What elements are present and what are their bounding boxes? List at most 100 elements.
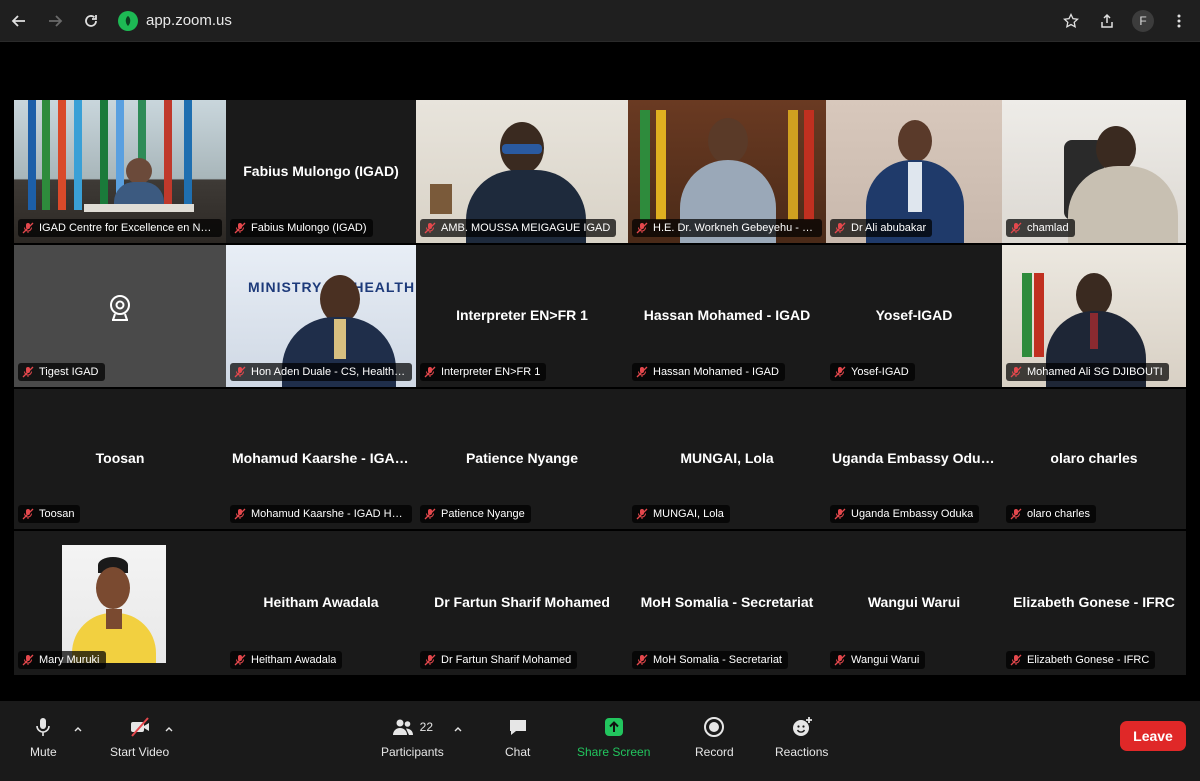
bookmark-star-icon[interactable] [1060,10,1082,32]
participant-name-display: Hassan Mohamed - IGAD [643,307,811,324]
chevron-up-icon [165,727,173,732]
participant-name-label: Hassan Mohamed - IGAD [632,363,785,381]
mic-muted-icon [424,508,436,520]
participant-name-label: MoH Somalia - Secretariat [632,651,788,669]
chevron-up-icon [74,727,82,732]
mute-button[interactable]: Mute [30,715,57,759]
participant-name-display: Uganda Embassy Oduka [832,450,997,467]
mic-muted-icon [424,222,436,234]
video-options-caret[interactable] [164,721,174,732]
mic-muted-icon [834,366,846,378]
participant-name-display: Patience Nyange [465,450,579,467]
mic-muted-icon [636,654,648,666]
participant-name-display: Toosan [95,450,145,467]
participant-tile[interactable]: Interpreter EN>FR 1 Interpreter EN>FR 1 [416,245,628,387]
address-bar[interactable]: app.zoom.us [118,6,232,36]
leave-button[interactable]: Leave [1120,721,1186,751]
participant-name-label: Hon Aden Duale - CS, Health Kenya [230,363,412,381]
participant-tile[interactable]: MUNGAI, Lola MUNGAI, Lola [628,389,826,529]
participant-tile[interactable]: MoH Somalia - Secretariat MoH Somalia - … [628,531,826,675]
participant-tile[interactable]: Elizabeth Gonese - IFRC Elizabeth Gonese… [1002,531,1186,675]
participant-tile[interactable]: IGAD Centre for Excellence en Nutritio..… [14,100,226,243]
participant-tile[interactable]: Dr Ali abubakar [826,100,1002,243]
participant-name-display: Wangui Warui [867,594,961,611]
participant-tile[interactable]: Wangui Warui Wangui Warui [826,531,1002,675]
participant-tile[interactable]: Fabius Mulongo (IGAD) Fabius Mulongo (IG… [226,100,416,243]
mic-muted-icon [234,654,246,666]
share-screen-button[interactable]: Share Screen [577,715,650,759]
reload-button[interactable] [74,4,108,38]
participant-name-label: Mohamud Kaarshe - IGAD HoM Somalia [230,505,412,523]
participant-name-label: Mohamed Ali SG DJIBOUTI [1006,363,1169,381]
participant-name-display: MUNGAI, Lola [680,450,774,467]
participant-name-display: Interpreter EN>FR 1 [456,307,588,324]
participant-name-label: AMB. MOUSSA MEIGAGUE IGAD [420,219,617,237]
webcam-icon [110,294,130,321]
mic-muted-icon [636,366,648,378]
gallery-view: IGAD Centre for Excellence en Nutritio..… [0,43,1200,701]
participant-tile[interactable]: Tigest IGAD [14,245,226,387]
mic-muted-icon [1010,654,1022,666]
participant-name-label: Toosan [18,505,81,523]
participant-tile[interactable]: Mary Muruki [14,531,226,675]
meeting-toolbar: Mute Start Video 22 Participants Chat Sh… [0,701,1200,781]
profile-avatar[interactable]: F [1132,10,1154,32]
share-screen-icon [604,718,623,736]
arrow-left-icon [11,14,25,27]
participant-name-label: Patience Nyange [420,505,531,523]
video-off-icon [130,717,149,737]
mic-muted-icon [22,222,34,234]
participant-tile[interactable]: Toosan Toosan [14,389,226,529]
participant-tile[interactable]: Mohamed Ali SG DJIBOUTI [1002,245,1186,387]
participant-tile[interactable]: chamlad [1002,100,1186,243]
participant-name-label: Mary Muruki [18,651,106,669]
participant-tile[interactable]: Patience Nyange Patience Nyange [416,389,628,529]
mic-muted-icon [424,654,436,666]
participant-name-label: Uganda Embassy Oduka [830,505,980,523]
mic-muted-icon [22,366,34,378]
share-page-icon[interactable] [1096,10,1118,32]
participant-name-label: Heitham Awadala [230,651,343,669]
participant-tile[interactable]: Yosef-IGAD Yosef-IGAD [826,245,1002,387]
participant-name-label: Fabius Mulongo (IGAD) [230,219,373,237]
participant-name-label: Yosef-IGAD [830,363,915,381]
mic-muted-icon [636,508,648,520]
record-icon [704,717,725,737]
participant-name-display: Elizabeth Gonese - IFRC [1013,594,1175,611]
more-menu-icon[interactable] [1168,10,1190,32]
mic-muted-icon [234,366,246,378]
mic-muted-icon [22,508,34,520]
participant-tile[interactable]: AMB. MOUSSA MEIGAGUE IGAD [416,100,628,243]
participant-tile[interactable]: Heitham Awadala Heitham Awadala [226,531,416,675]
participant-tile[interactable]: Dr Fartun Sharif Mohamed Dr Fartun Shari… [416,531,628,675]
participant-name-display: Fabius Mulongo (IGAD) [243,162,399,179]
mic-muted-icon [22,654,34,666]
smiley-plus-icon [792,717,812,736]
mic-muted-icon [234,508,246,520]
chat-bubble-icon [509,720,526,735]
start-video-button[interactable]: Start Video [110,715,169,759]
participant-tile[interactable]: Uganda Embassy Oduka Uganda Embassy Oduk… [826,389,1002,529]
participant-name-label: Dr Ali abubakar [830,219,933,237]
participants-button[interactable]: 22 Participants [381,715,444,759]
participant-tile[interactable]: Mohamud Kaarshe - IGAD H... Mohamud Kaar… [226,389,416,529]
participants-icon [392,719,413,735]
record-button[interactable]: Record [695,715,734,759]
participant-name-display: Yosef-IGAD [875,307,953,324]
mic-muted-icon [1010,222,1022,234]
chat-button[interactable]: Chat [505,715,530,759]
participant-tile[interactable]: H.E. Dr. Workneh Gebeyehu - IGAD Exec... [628,100,826,243]
forward-button[interactable] [38,4,72,38]
participant-name-label: MUNGAI, Lola [632,505,730,523]
participant-tile[interactable]: Hassan Mohamed - IGAD Hassan Mohamed - I… [628,245,826,387]
site-info-icon[interactable] [118,10,138,31]
participants-options-caret[interactable] [453,721,463,732]
audio-options-caret[interactable] [73,721,83,732]
participant-tile[interactable]: MINISTRY OF HEALTH Hon Aden Duale - CS, … [226,245,416,387]
participant-tile[interactable]: olaro charles olaro charles [1002,389,1186,529]
back-button[interactable] [2,4,36,38]
reactions-button[interactable]: Reactions [775,715,828,759]
arrow-right-icon [49,14,63,27]
mic-muted-icon [1010,508,1022,520]
participant-name-label: H.E. Dr. Workneh Gebeyehu - IGAD Exec... [632,219,822,237]
